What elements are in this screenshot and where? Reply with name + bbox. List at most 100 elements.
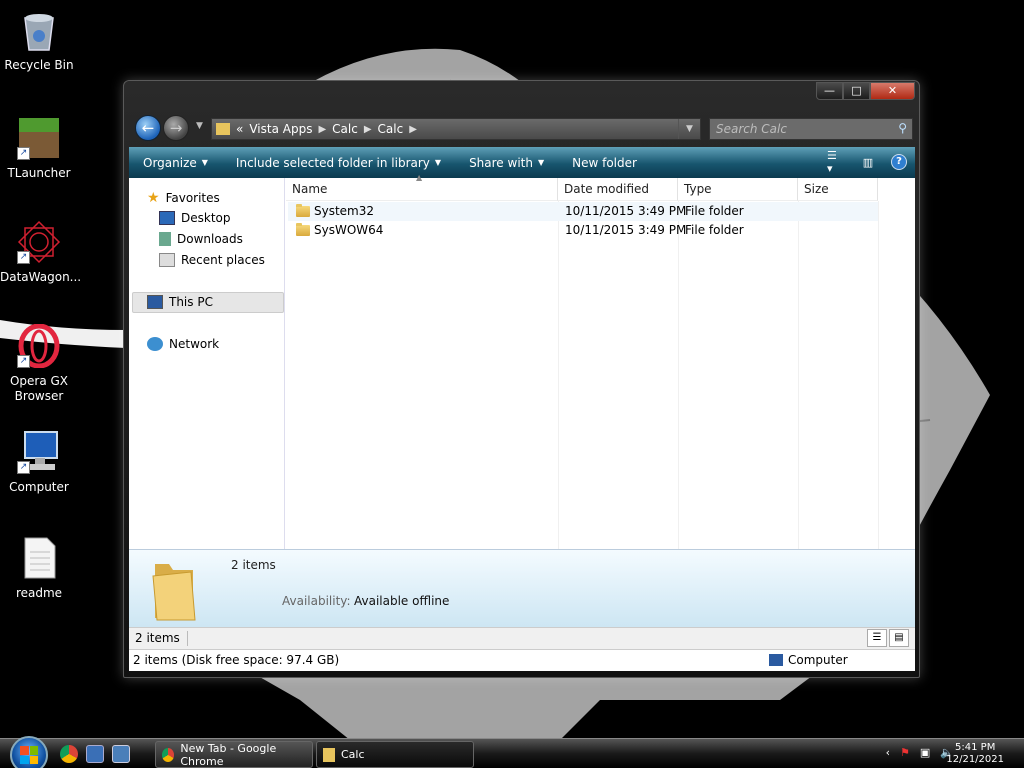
breadcrumb-item[interactable]: Calc	[378, 122, 404, 136]
taskbar: New Tab - Google Chrome Calc ‹ ⚑ ▣ 🔈 5:4…	[0, 736, 1024, 768]
show-desktop-icon[interactable]	[86, 745, 104, 763]
nav-desktop[interactable]: Desktop	[159, 211, 231, 225]
file-name-cell: System32	[296, 203, 374, 218]
desktop-icon-label: Computer	[9, 480, 69, 494]
network-icon[interactable]: ▣	[920, 746, 930, 759]
column-header-date[interactable]: Date modified	[558, 178, 678, 201]
desktop-icon-readme[interactable]: readme	[0, 536, 78, 601]
action-center-icon[interactable]: ⚑	[900, 746, 910, 759]
windows-logo-icon	[20, 746, 38, 764]
desktop-icon-label: DataWagon...	[0, 270, 82, 284]
breadcrumb-separator-icon[interactable]: ▶	[318, 124, 326, 135]
folder-icon	[296, 203, 310, 217]
folder-icon	[323, 747, 335, 762]
minimize-button[interactable]: —	[816, 82, 843, 100]
breadcrumb-separator-icon[interactable]: ▶	[364, 124, 372, 135]
maximize-button[interactable]: □	[843, 82, 870, 100]
desktop-icon-tlauncher[interactable]: ↗ TLauncher	[0, 116, 78, 181]
nav-favorites[interactable]: ★ Favorites	[147, 190, 220, 206]
explorer-body: ★ Favorites Desktop Downloads Recent pla…	[129, 173, 915, 549]
nav-label: Favorites	[165, 191, 220, 205]
nav-downloads[interactable]: Downloads	[159, 232, 243, 246]
grass-block-icon: ↗	[17, 116, 61, 160]
recent-pages-dropdown[interactable]: ▼	[196, 121, 203, 131]
chrome-icon[interactable]	[60, 745, 78, 763]
desktop-icon-datawagon[interactable]: ↗ DataWagon...	[0, 220, 82, 285]
desktop-icon	[159, 211, 175, 225]
nav-network[interactable]: Network	[147, 337, 219, 351]
nav-this-pc[interactable]: This PC	[147, 295, 213, 309]
computer-icon	[147, 295, 163, 309]
status-bar: 2 items ☰ ▤	[129, 627, 915, 649]
file-row[interactable]: SysWOW64 10/11/2015 3:49 PM File folder	[288, 221, 878, 240]
breadcrumb-item[interactable]: Calc	[332, 122, 358, 136]
column-header-size[interactable]: Size	[798, 178, 878, 201]
folder-icon	[151, 558, 197, 622]
chrome-icon	[162, 747, 175, 762]
desktop-icon-label: readme	[15, 586, 63, 600]
column-label: Date modified	[564, 182, 650, 196]
desktop-icon-label: Recycle Bin	[4, 58, 74, 72]
recycle-bin-icon	[17, 8, 61, 52]
file-type: File folder	[685, 204, 744, 218]
switch-windows-icon[interactable]	[112, 745, 130, 763]
nav-label: This PC	[169, 295, 213, 309]
shortcut-arrow-icon: ↗	[17, 251, 30, 264]
preview-pane-icon[interactable]: ▥	[859, 153, 877, 171]
address-overflow[interactable]: «	[236, 122, 243, 136]
show-hidden-icons-button[interactable]: ‹	[886, 746, 890, 759]
share-label: Share with	[469, 155, 533, 170]
status-location: Computer	[788, 653, 848, 667]
disk-status-bar: 2 items (Disk free space: 97.4 GB) Compu…	[129, 649, 915, 671]
desktop-icon-opera-gx[interactable]: ↗ Opera GX Browser	[0, 323, 78, 404]
desktop-icon-label: Opera GX Browser	[9, 374, 69, 403]
forward-button[interactable]: →	[163, 115, 189, 141]
column-header-type[interactable]: Type	[678, 178, 798, 201]
breadcrumb-separator-icon[interactable]: ▶	[409, 124, 417, 135]
opera-gx-icon: ↗	[17, 323, 61, 369]
shortcut-arrow-icon: ↗	[17, 461, 30, 474]
organize-button[interactable]: Organize ▼	[129, 156, 222, 170]
details-view-icon[interactable]: ☰	[867, 629, 887, 647]
disk-free-space: 2 items (Disk free space: 97.4 GB)	[133, 653, 340, 667]
include-in-library-button[interactable]: Include selected folder in library ▼	[222, 156, 455, 170]
nav-label: Recent places	[181, 253, 265, 267]
navigation-pane: ★ Favorites Desktop Downloads Recent pla…	[129, 178, 285, 549]
back-button[interactable]: ←	[135, 115, 161, 141]
file-list: ▲ Name Date modified Type Size System32 1…	[286, 173, 915, 549]
file-date: 10/11/2015 3:49 PM	[565, 223, 687, 237]
desktop-icon-recycle-bin[interactable]: Recycle Bin	[0, 8, 78, 73]
start-button[interactable]	[10, 736, 48, 768]
sort-ascending-icon: ▲	[416, 173, 423, 182]
taskbar-item-chrome[interactable]: New Tab - Google Chrome	[155, 741, 313, 768]
clock[interactable]: 5:41 PM 12/21/2021	[946, 742, 1004, 766]
view-options-icon[interactable]: ☰ ▾	[827, 149, 845, 175]
address-bar[interactable]: « Vista Apps ▶ Calc ▶ Calc ▶ ▼	[211, 118, 701, 140]
status-item-count: 2 items	[135, 631, 180, 645]
computer-icon: ↗	[17, 430, 61, 474]
column-label: Type	[684, 182, 712, 196]
search-input[interactable]: Search Calc ⚲	[709, 118, 913, 140]
taskbar-item-calc[interactable]: Calc	[316, 741, 474, 768]
chevron-down-icon: ▼	[201, 158, 208, 167]
nav-recent-places[interactable]: Recent places	[159, 253, 265, 267]
address-dropdown-icon[interactable]: ▼	[678, 119, 700, 139]
arrow-left-icon: ←	[141, 119, 155, 137]
file-date: 10/11/2015 3:49 PM	[565, 204, 687, 218]
close-button[interactable]: ✕	[870, 82, 915, 100]
star-icon: ★	[147, 190, 160, 206]
share-with-button[interactable]: Share with ▼	[455, 156, 558, 170]
desktop-icon-computer[interactable]: ↗ Computer	[0, 430, 78, 495]
large-icons-view-icon[interactable]: ▤	[889, 629, 909, 647]
computer-icon	[769, 654, 783, 666]
nav-label: Network	[169, 337, 220, 351]
organize-label: Organize	[143, 155, 197, 170]
help-icon[interactable]: ?	[891, 154, 907, 170]
include-label: Include selected folder in library	[235, 155, 430, 170]
breadcrumb-item[interactable]: Vista Apps	[249, 122, 312, 136]
search-icon[interactable]: ⚲	[898, 121, 907, 135]
column-header-name[interactable]: ▲ Name	[286, 173, 558, 201]
file-row[interactable]: System32 10/11/2015 3:49 PM File folder	[288, 202, 878, 221]
new-folder-button[interactable]: New folder	[558, 156, 651, 170]
file-name: SysWOW64	[314, 223, 384, 237]
